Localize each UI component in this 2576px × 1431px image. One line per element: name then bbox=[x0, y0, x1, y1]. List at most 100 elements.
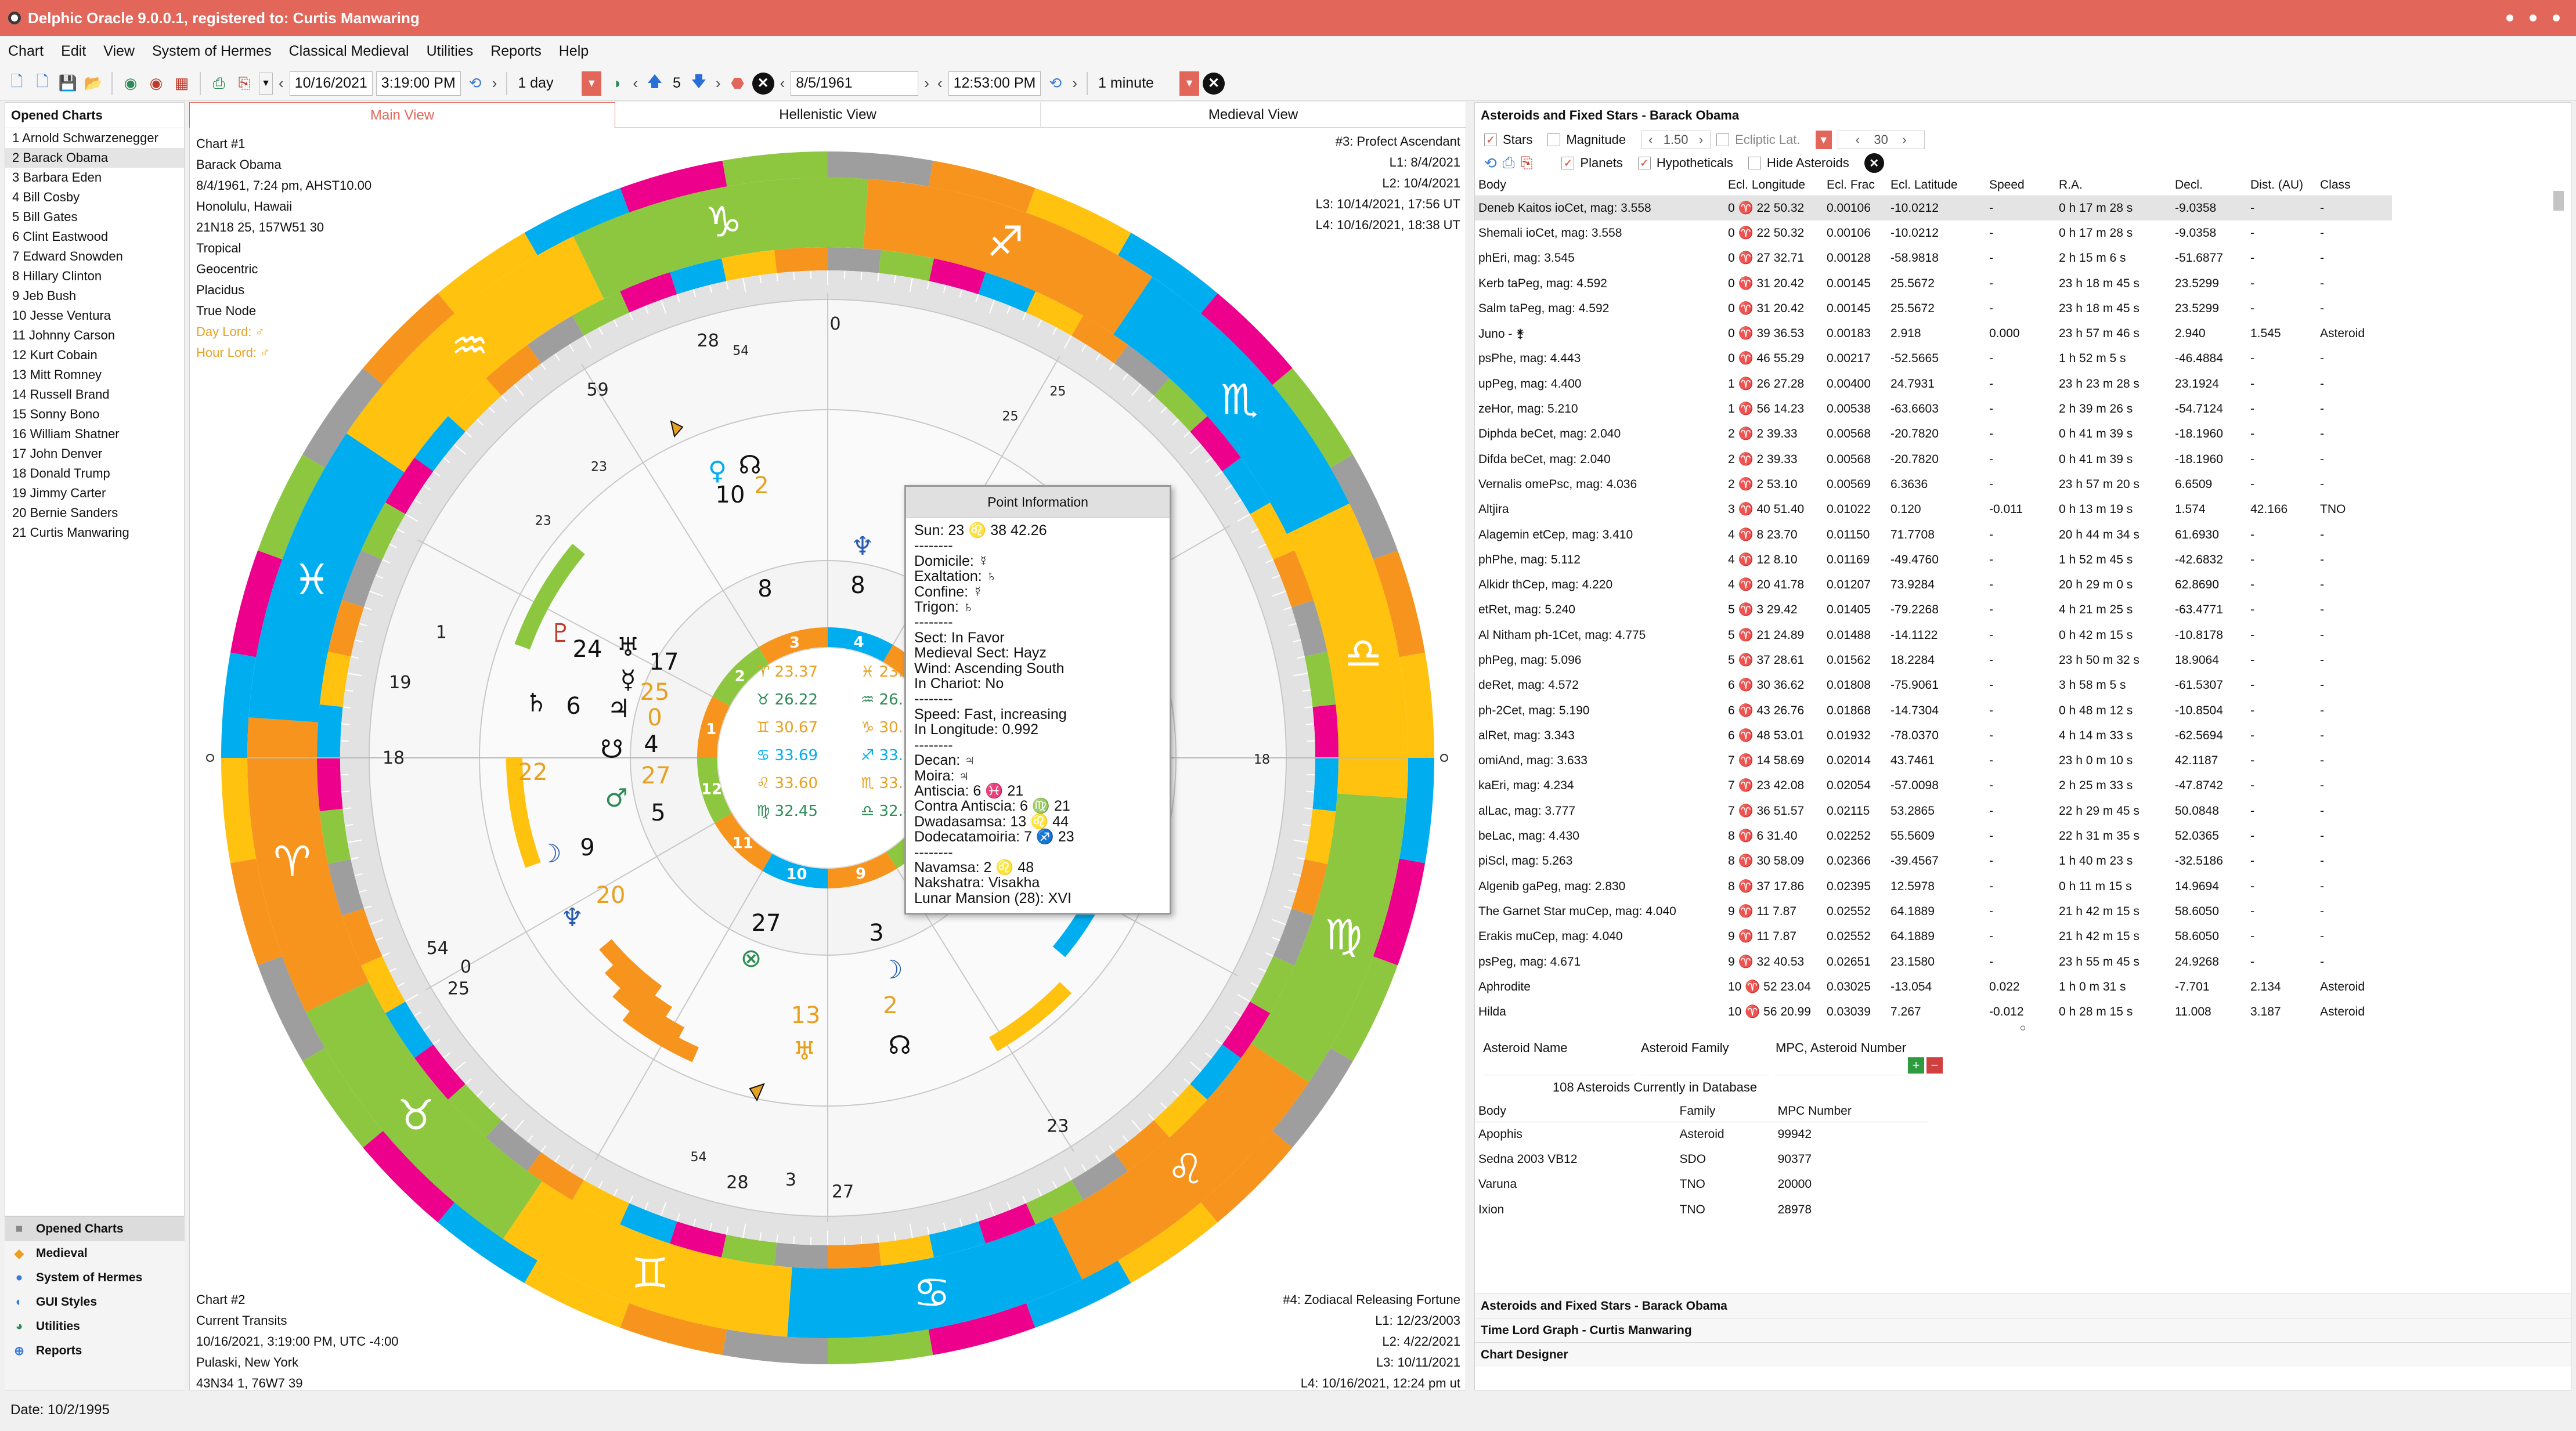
table-row[interactable]: Juno - ⚵ 0 ♈ 39 36.53 0.00183 2.918 0.000 23 … bbox=[1475, 321, 2392, 346]
planet-glyph[interactable]: ♇ bbox=[549, 619, 572, 648]
table-row[interactable]: Hilda 10 ♈ 56 20.99 0.03039 7.267 -0.012 0 h … bbox=[1475, 1000, 2392, 1021]
decan-segment[interactable] bbox=[317, 704, 343, 758]
magnitude-spinner[interactable]: ‹ 1.50 › bbox=[1641, 131, 1711, 149]
open-folder-icon[interactable]: 📂 bbox=[82, 73, 104, 95]
clock2-icon[interactable]: ⟲ bbox=[1044, 73, 1066, 95]
table-row[interactable]: etRet, mag: 5.240 5 ♈ 3 29.42 0.01405 -79.2… bbox=[1475, 598, 2392, 623]
table-row[interactable]: upPeg, mag: 4.400 1 ♈ 26 27.28 0.00400 24.7… bbox=[1475, 371, 2392, 396]
asteroid-row[interactable]: Sedna 2003 VB12 SDO 90377 bbox=[1475, 1147, 1928, 1172]
column-header[interactable]: Speed bbox=[1986, 175, 2055, 196]
decan-segment[interactable] bbox=[828, 1242, 881, 1269]
table-row[interactable]: Shemali ioCet, mag: 3.558 0 ♈ 22 50.32 0.0… bbox=[1475, 221, 2392, 245]
planet-glyph[interactable]: ☿ bbox=[620, 665, 636, 695]
table-row[interactable]: psPhe, mag: 4.443 0 ♈ 46 55.29 0.00217 -52.… bbox=[1475, 346, 2392, 371]
decan-segment[interactable] bbox=[774, 1242, 828, 1269]
prev-time2-icon[interactable]: ‹ bbox=[935, 74, 945, 92]
print-icon[interactable]: ⎙ bbox=[208, 73, 230, 95]
step2-select[interactable]: 1 minute bbox=[1095, 75, 1176, 92]
table-row[interactable]: alLac, mag: 3.777 7 ♈ 36 51.57 0.02115 53.2… bbox=[1475, 798, 2392, 823]
window-controls[interactable] bbox=[2506, 15, 2560, 21]
splitter-handle[interactable]: ○ bbox=[1475, 1021, 2571, 1035]
prev-step-icon[interactable]: ‹ bbox=[630, 74, 640, 92]
decan-segment[interactable] bbox=[1312, 704, 1338, 758]
next-time2-icon[interactable]: › bbox=[1070, 74, 1080, 92]
table-row[interactable]: phPhe, mag: 5.112 4 ♈ 12 8.10 0.01169 -49.4… bbox=[1475, 547, 2392, 572]
decan-segment[interactable] bbox=[317, 758, 343, 811]
column-header[interactable]: Dist. (AU) bbox=[2247, 175, 2317, 196]
refresh-icon[interactable]: ⟲ bbox=[1484, 154, 1497, 172]
export-icon[interactable]: ⎘ bbox=[233, 73, 255, 95]
planet-glyph[interactable]: ☽ bbox=[539, 839, 561, 869]
decan-segment[interactable] bbox=[774, 247, 828, 273]
table-row[interactable]: Salm taPeg, mag: 4.592 0 ♈ 31 20.42 0.0014… bbox=[1475, 296, 2392, 321]
table-row[interactable]: The Garnet Star muCep, mag: 4.040 9 ♈ 11 … bbox=[1475, 899, 2392, 924]
date2-field[interactable]: 8/5/1961 bbox=[791, 71, 919, 96]
close-icon[interactable]: ✕ bbox=[752, 72, 774, 95]
asteroid-column-header[interactable]: MPC Number bbox=[1774, 1101, 1928, 1122]
globe-red-icon[interactable]: ◉ bbox=[145, 73, 167, 95]
tab-main-view[interactable]: Main View bbox=[189, 102, 615, 128]
nav-item[interactable]: ◆ Medieval bbox=[5, 1241, 185, 1266]
chart-list-item[interactable]: 3 Barbara Eden bbox=[5, 168, 184, 187]
table-row[interactable]: omiAnd, mag: 3.633 7 ♈ 14 58.69 0.02014 43.… bbox=[1475, 749, 2392, 774]
ecliptic-dropdown-icon[interactable]: ▼ bbox=[1815, 131, 1832, 149]
table-row[interactable]: phPeg, mag: 5.096 5 ♈ 37 28.61 0.01562 18.2… bbox=[1475, 648, 2392, 673]
table-row[interactable]: piScl, mag: 5.263 8 ♈ 30 58.09 0.02366 -39.… bbox=[1475, 849, 2392, 874]
column-header[interactable]: Ecl. Latitude bbox=[1887, 175, 1986, 196]
magnitude-checkbox[interactable] bbox=[1547, 133, 1561, 146]
panel-list-item[interactable]: Asteroids and Fixed Stars - Barack Obama bbox=[1475, 1293, 2571, 1318]
ecliptic-checkbox[interactable] bbox=[1716, 133, 1730, 146]
menu-edit[interactable]: Edit bbox=[61, 43, 86, 60]
table-row[interactable]: beLac, mag: 4.430 8 ♈ 6 31.40 0.02252 55.56… bbox=[1475, 823, 2392, 848]
next-date2-icon[interactable]: › bbox=[922, 74, 932, 92]
planet-glyph[interactable]: ☊ bbox=[738, 450, 761, 480]
column-header[interactable]: Ecl. Longitude bbox=[1724, 175, 1823, 196]
table-row[interactable]: Alagemin etCep, mag: 3.410 4 ♈ 8 23.70 0.0… bbox=[1475, 522, 2392, 547]
close-options-icon[interactable]: ✕ bbox=[1864, 153, 1884, 173]
chart-list-item[interactable]: 21 Curtis Manwaring bbox=[5, 523, 184, 543]
chart-list-item[interactable]: 1 Arnold Schwarzenegger bbox=[5, 128, 184, 148]
planet-glyph[interactable]: ♀ bbox=[708, 456, 727, 486]
table-row[interactable]: Vernalis omePsc, mag: 4.036 2 ♈ 2 53.10 0.… bbox=[1475, 472, 2392, 497]
tab-hellenistic-view[interactable]: Hellenistic View bbox=[615, 102, 1041, 128]
next-step-icon[interactable]: › bbox=[713, 74, 723, 92]
table-row[interactable]: Diphda beCet, mag: 2.040 2 ♈ 2 39.33 0.005… bbox=[1475, 422, 2392, 447]
step1-dropdown-icon[interactable]: ▼ bbox=[582, 71, 602, 96]
planet-glyph[interactable]: ♆ bbox=[851, 532, 874, 561]
new-file-icon[interactable]: 🗋 bbox=[6, 73, 28, 95]
chart-list-item[interactable]: 14 Russell Brand bbox=[5, 385, 184, 404]
chart-list-item[interactable]: 10 Jesse Ventura bbox=[5, 306, 184, 326]
prev-date2-icon[interactable]: ‹ bbox=[778, 74, 788, 92]
up-arrow-icon[interactable]: 🡅 bbox=[644, 73, 666, 95]
menu-view[interactable]: View bbox=[103, 43, 135, 60]
chart-list-item[interactable]: 4 Bill Cosby bbox=[5, 187, 184, 207]
planet-glyph[interactable]: ☽ bbox=[880, 955, 903, 985]
chart-list-item[interactable]: 17 John Denver bbox=[5, 444, 184, 464]
down-arrow-icon[interactable]: 🡇 bbox=[688, 73, 710, 95]
mpc-number-input[interactable] bbox=[1776, 1056, 1903, 1075]
table-row[interactable]: ph-2Cet, mag: 5.190 6 ♈ 43 26.76 0.01868 -1… bbox=[1475, 698, 2392, 723]
decan-segment[interactable] bbox=[828, 247, 881, 273]
asteroid-row[interactable]: Ixion TNO 28978 bbox=[1475, 1197, 1928, 1222]
stop-icon[interactable]: ⬣ bbox=[727, 73, 749, 95]
planet-glyph[interactable]: ♆ bbox=[561, 903, 583, 933]
add-asteroid-icon[interactable]: + bbox=[1908, 1057, 1924, 1074]
step1-select[interactable]: 1 day bbox=[514, 75, 578, 92]
table-row[interactable]: Altjira 3 ♈ 40 51.40 0.01022 0.120 -0.011 0 h… bbox=[1475, 497, 2392, 522]
nav-item[interactable]: ● System of Hermes bbox=[5, 1266, 185, 1290]
nav-item[interactable]: ■ Opened Charts bbox=[5, 1217, 185, 1241]
nav-item[interactable]: ◕ Utilities bbox=[5, 1314, 185, 1339]
table-row[interactable]: Deneb Kaitos ioCet, mag: 3.558 0 ♈ 22 50.… bbox=[1475, 196, 2392, 221]
step-count[interactable]: 5 bbox=[669, 75, 684, 92]
chart-list-item[interactable]: 16 William Shatner bbox=[5, 424, 184, 444]
column-header[interactable]: Class bbox=[2317, 175, 2392, 196]
chart-list-item[interactable]: 5 Bill Gates bbox=[5, 207, 184, 227]
tab-medieval-view[interactable]: Medieval View bbox=[1041, 102, 1466, 128]
chart-list-item[interactable]: 19 Jimmy Carter bbox=[5, 483, 184, 503]
time2-field[interactable]: 12:53:00 PM bbox=[948, 71, 1041, 96]
asteroid-row[interactable]: Varuna TNO 20000 bbox=[1475, 1172, 1928, 1197]
remove-asteroid-icon[interactable]: − bbox=[1926, 1057, 1943, 1074]
planet-glyph[interactable]: ♃ bbox=[607, 694, 630, 724]
new-chart-icon[interactable]: 🗋 bbox=[31, 73, 53, 95]
asteroid-column-header[interactable]: Body bbox=[1475, 1101, 1676, 1122]
